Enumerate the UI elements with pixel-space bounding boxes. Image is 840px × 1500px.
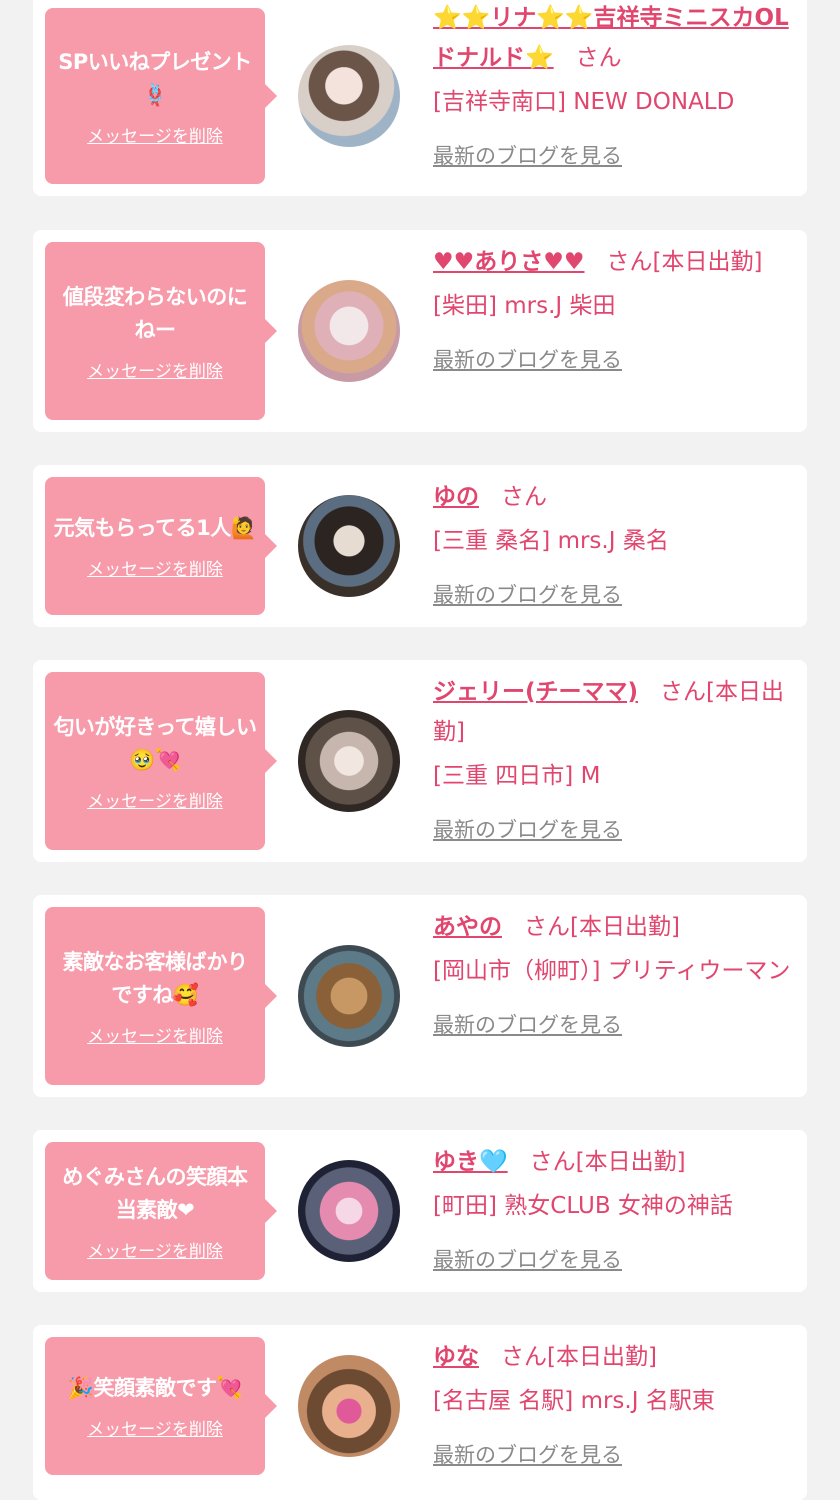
- cast-name-link[interactable]: ゆな: [433, 1344, 479, 1370]
- message-text: 🎉笑顔素敵です💘: [67, 1376, 243, 1400]
- cast-name-link[interactable]: あやの: [433, 914, 502, 940]
- blog-link[interactable]: 最新のブログを見る: [433, 340, 798, 380]
- shop-name: [三重 桑名] mrs.J 桑名: [433, 528, 669, 554]
- avatar[interactable]: [298, 45, 400, 147]
- message-card: 🎉笑顔素敵です💘 メッセージを削除 ゆな さん[本日出勤] [名古屋 名駅] mr…: [33, 1325, 807, 1500]
- cast-info: ジェリー(チーママ) さん[本日出勤] [三重 四日市] M 最新のブログを見る: [433, 672, 798, 850]
- cast-info: ⭐⭐リナ⭐⭐吉祥寺ミニスカOLドナルド⭐ さん [吉祥寺南口] NEW DONAL…: [433, 0, 798, 176]
- blog-link[interactable]: 最新のブログを見る: [433, 1005, 798, 1045]
- blog-link[interactable]: 最新のブログを見る: [433, 810, 798, 850]
- message-card: めぐみさんの笑顔本当素敵❤ メッセージを削除 ゆき🩵 さん[本日出勤] [町田] …: [33, 1130, 807, 1292]
- cast-name-link[interactable]: ゆき🩵: [433, 1149, 508, 1175]
- message-bubble: 値段変わらないのにねー メッセージを削除: [45, 242, 277, 420]
- delete-message-link[interactable]: メッセージを削除: [87, 1237, 223, 1262]
- message-card: 元気もらってる1人🙋 メッセージを削除 ゆの さん [三重 桑名] mrs.J 桑…: [33, 465, 807, 627]
- delete-message-link[interactable]: メッセージを削除: [87, 122, 223, 147]
- message-card: 値段変わらないのにねー メッセージを削除 ♥♥ありさ♥♥ さん[本日出勤] [柴田…: [33, 230, 807, 432]
- delete-message-link[interactable]: メッセージを削除: [87, 1022, 223, 1047]
- shop-name: [柴田] mrs.J 柴田: [433, 293, 616, 319]
- message-text: SPいいねプレゼント🪢: [58, 49, 252, 107]
- avatar[interactable]: [298, 1160, 400, 1262]
- message-text: 匂いが好きって嬉しい🥹💘: [53, 714, 257, 772]
- message-bubble: めぐみさんの笑顔本当素敵❤ メッセージを削除: [45, 1142, 277, 1280]
- delete-message-link[interactable]: メッセージを削除: [87, 357, 223, 382]
- cast-info: ゆき🩵 さん[本日出勤] [町田] 熟女CLUB 女神の神話 最新のブログを見る: [433, 1142, 798, 1280]
- message-bubble: 🎉笑顔素敵です💘 メッセージを削除: [45, 1337, 277, 1475]
- cast-suffix: さん[本日出勤]: [529, 1149, 686, 1175]
- cast-name-link[interactable]: ゆの: [433, 484, 479, 510]
- cast-suffix: さん[本日出勤]: [606, 249, 763, 275]
- delete-message-link[interactable]: メッセージを削除: [87, 1415, 223, 1440]
- delete-message-link[interactable]: メッセージを削除: [87, 555, 223, 580]
- cast-info: ゆな さん[本日出勤] [名古屋 名駅] mrs.J 名駅東 最新のブログを見る: [433, 1337, 798, 1475]
- cast-name-link[interactable]: ジェリー(チーママ): [433, 679, 638, 705]
- blog-link[interactable]: 最新のブログを見る: [433, 1240, 798, 1280]
- message-card: 匂いが好きって嬉しい🥹💘 メッセージを削除 ジェリー(チーママ) さん[本日出勤]…: [33, 660, 807, 862]
- message-card: SPいいねプレゼント🪢 メッセージを削除 ⭐⭐リナ⭐⭐吉祥寺ミニスカOLドナルド…: [33, 0, 807, 196]
- cast-suffix: さん: [575, 45, 622, 71]
- message-card: 素敵なお客様ばかりですね🥰 メッセージを削除 あやの さん[本日出勤] [岡山市（…: [33, 895, 807, 1097]
- blog-link[interactable]: 最新のブログを見る: [433, 1435, 798, 1475]
- message-text: 元気もらってる1人🙋: [53, 516, 257, 540]
- shop-name: [吉祥寺南口] NEW DONALD: [433, 89, 735, 115]
- cast-info: ♥♥ありさ♥♥ さん[本日出勤] [柴田] mrs.J 柴田 最新のブログを見る: [433, 242, 798, 380]
- blog-link[interactable]: 最新のブログを見る: [433, 575, 798, 615]
- cast-suffix: さん[本日出勤]: [501, 1344, 657, 1370]
- message-text: 値段変わらないのにねー: [62, 284, 248, 342]
- cast-info: あやの さん[本日出勤] [岡山市（柳町）] プリティウーマン 最新のブログを見る: [433, 907, 798, 1045]
- shop-name: [町田] 熟女CLUB 女神の神話: [433, 1193, 733, 1219]
- blog-link[interactable]: 最新のブログを見る: [433, 136, 798, 176]
- avatar[interactable]: [298, 710, 400, 812]
- message-text: めぐみさんの笑顔本当素敵❤: [62, 1164, 248, 1222]
- message-bubble: 素敵なお客様ばかりですね🥰 メッセージを削除: [45, 907, 277, 1085]
- avatar[interactable]: [298, 495, 400, 597]
- message-text: 素敵なお客様ばかりですね🥰: [62, 949, 248, 1007]
- shop-name: [名古屋 名駅] mrs.J 名駅東: [433, 1388, 715, 1414]
- cast-suffix: さん[本日出勤]: [524, 914, 680, 940]
- shop-name: [三重 四日市] M: [433, 763, 601, 789]
- delete-message-link[interactable]: メッセージを削除: [87, 787, 223, 812]
- cast-name-link[interactable]: ♥♥ありさ♥♥: [433, 249, 584, 275]
- shop-name: [岡山市（柳町）] プリティウーマン: [433, 958, 791, 984]
- cast-info: ゆの さん [三重 桑名] mrs.J 桑名 最新のブログを見る: [433, 477, 798, 615]
- avatar[interactable]: [298, 1355, 400, 1457]
- message-bubble: 元気もらってる1人🙋 メッセージを削除: [45, 477, 277, 615]
- message-bubble: 匂いが好きって嬉しい🥹💘 メッセージを削除: [45, 672, 277, 850]
- message-bubble: SPいいねプレゼント🪢 メッセージを削除: [45, 8, 277, 184]
- cast-suffix: さん: [501, 484, 547, 510]
- avatar[interactable]: [298, 945, 400, 1047]
- avatar[interactable]: [298, 280, 400, 382]
